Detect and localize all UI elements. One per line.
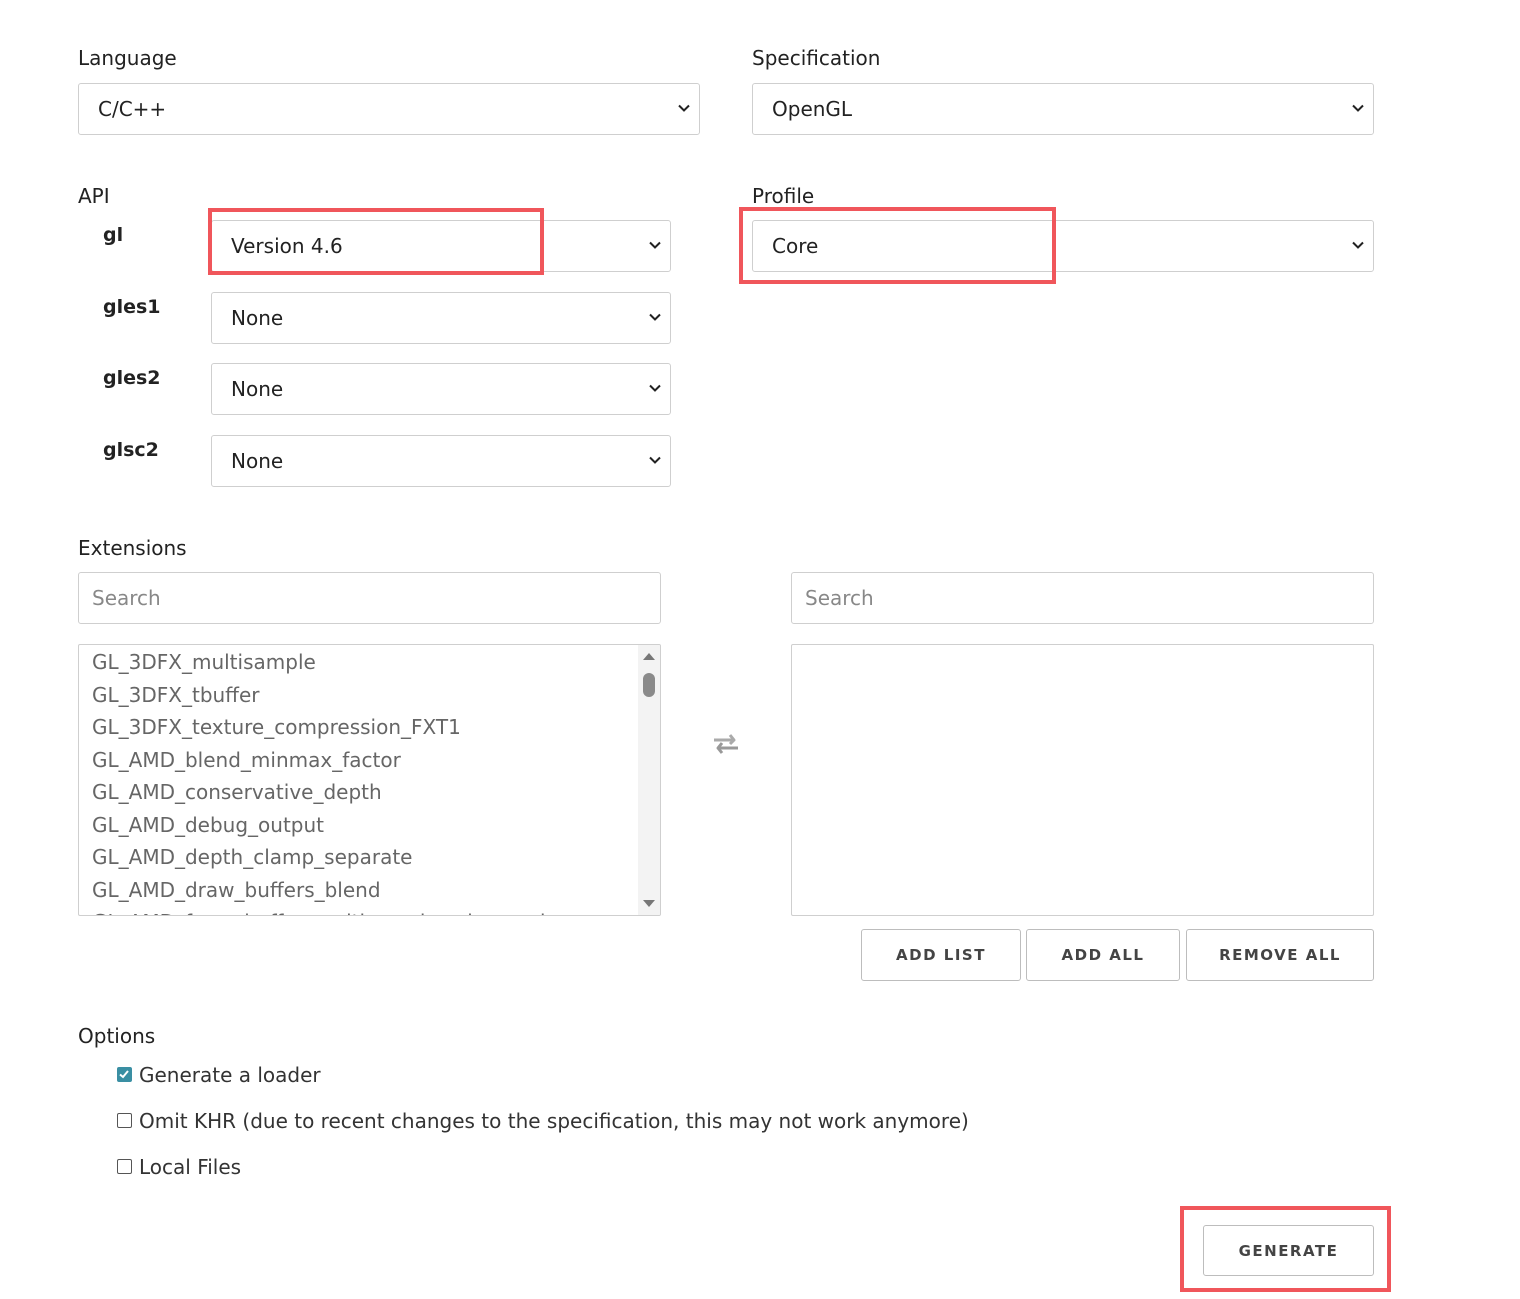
chevron-down-icon — [1352, 104, 1364, 112]
search-placeholder: Search — [92, 586, 161, 610]
api-gles1-label: gles1 — [103, 296, 161, 318]
extensions-label: Extensions — [78, 536, 187, 560]
omit-khr-checkbox[interactable] — [117, 1113, 132, 1128]
scrollbar-thumb[interactable] — [643, 673, 655, 697]
chevron-down-icon — [649, 241, 661, 249]
api-gl-label: gl — [103, 224, 124, 246]
swap-arrows-icon[interactable] — [710, 732, 742, 756]
local-files-label: Local Files — [139, 1155, 242, 1179]
list-item[interactable]: GL_AMD_conservative_depth — [79, 776, 660, 809]
specification-select[interactable]: OpenGL — [752, 83, 1374, 135]
api-gles2-label: gles2 — [103, 367, 161, 389]
options-label: Options — [78, 1024, 156, 1048]
highlight-generate — [1180, 1206, 1391, 1292]
extensions-available-search[interactable]: Search — [78, 572, 661, 624]
list-item[interactable]: GL_AMD_debug_output — [79, 809, 660, 842]
api-label: API — [78, 184, 110, 208]
api-glsc2-select[interactable]: None — [211, 435, 671, 487]
highlight-profile — [739, 207, 1056, 284]
local-files-checkbox[interactable] — [117, 1159, 132, 1174]
list-item[interactable]: GL_AMD_draw_buffers_blend — [79, 874, 660, 907]
api-glsc2-label: glsc2 — [103, 439, 159, 461]
extensions-available-list[interactable]: GL_3DFX_multisample GL_3DFX_tbuffer GL_3… — [78, 644, 661, 916]
language-label: Language — [78, 46, 177, 70]
remove-all-button[interactable]: REMOVE ALL — [1186, 929, 1374, 981]
add-all-button[interactable]: ADD ALL — [1026, 929, 1180, 981]
api-gles2-select[interactable]: None — [211, 363, 671, 415]
chevron-down-icon — [649, 384, 661, 392]
generate-loader-checkbox[interactable] — [117, 1067, 132, 1082]
search-placeholder: Search — [805, 586, 874, 610]
profile-label: Profile — [752, 184, 815, 208]
chevron-down-icon — [649, 456, 661, 464]
checkmark-icon — [119, 1070, 129, 1079]
api-gles1-value: None — [231, 306, 284, 330]
extensions-selected-search[interactable]: Search — [791, 572, 1374, 624]
chevron-down-icon — [649, 313, 661, 321]
api-gles1-select[interactable]: None — [211, 292, 671, 344]
specification-label: Specification — [752, 46, 881, 70]
list-item[interactable]: GL_3DFX_texture_compression_FXT1 — [79, 711, 660, 744]
api-gles2-value: None — [231, 377, 284, 401]
omit-khr-label: Omit KHR (due to recent changes to the s… — [139, 1109, 969, 1133]
list-item[interactable]: GL_AMD_framebuffer_multisample_advanced — [79, 906, 660, 915]
language-value: C/C++ — [98, 97, 167, 121]
language-select[interactable]: C/C++ — [78, 83, 700, 135]
list-item[interactable]: GL_AMD_depth_clamp_separate — [79, 841, 660, 874]
extensions-selected-list[interactable] — [791, 644, 1374, 916]
generate-loader-label: Generate a loader — [139, 1063, 321, 1087]
highlight-gl-version — [208, 208, 544, 275]
scroll-down-icon[interactable] — [642, 899, 656, 909]
chevron-down-icon — [1352, 241, 1364, 249]
add-list-button[interactable]: ADD LIST — [861, 929, 1021, 981]
list-item[interactable]: GL_3DFX_tbuffer — [79, 679, 660, 712]
list-scrollbar[interactable] — [638, 645, 660, 915]
specification-value: OpenGL — [772, 97, 853, 121]
chevron-down-icon — [678, 104, 690, 112]
list-item[interactable]: GL_AMD_blend_minmax_factor — [79, 744, 660, 777]
scroll-up-icon[interactable] — [642, 651, 656, 661]
api-glsc2-value: None — [231, 449, 284, 473]
list-item[interactable]: GL_3DFX_multisample — [79, 646, 660, 679]
